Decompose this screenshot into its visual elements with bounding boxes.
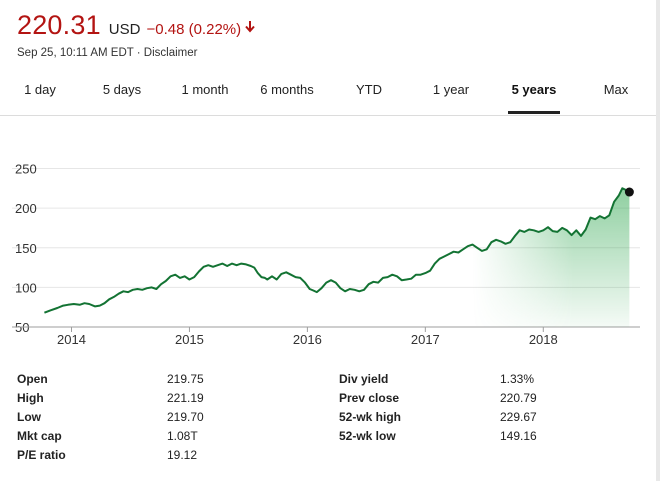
stat-prev-close: Prev close: [339, 391, 399, 405]
tab-1-day[interactable]: 1 day: [10, 74, 70, 114]
stat-open-value: 219.75: [167, 372, 204, 386]
x-tick-label: 2016: [293, 332, 322, 347]
stat-high-value: 221.19: [167, 391, 204, 405]
tab-1-month[interactable]: 1 month: [170, 74, 240, 114]
stat-value: 1.33%: [500, 372, 535, 386]
quote-header: 220.31 USD −0.48 (0.22%): [17, 10, 255, 41]
y-tick-label: 150: [15, 241, 37, 256]
area-fill: [44, 188, 630, 327]
stat-label: Open: [17, 372, 48, 386]
tab-5-days[interactable]: 5 days: [90, 74, 154, 114]
stat-value: 220.79: [500, 391, 537, 405]
disclaimer-link[interactable]: Disclaimer: [144, 47, 198, 59]
stat-value: 219.70: [167, 410, 204, 424]
x-tick-label: 2017: [411, 332, 440, 347]
stat-low: Low: [17, 410, 41, 424]
stat-label: 52-wk high: [339, 410, 402, 424]
current-price: 220.31: [17, 10, 101, 40]
x-tick-label: 2015: [175, 332, 204, 347]
stat-high: High: [17, 391, 44, 405]
stat-div-yield-value: 1.33%: [500, 372, 534, 386]
stat-label: P/E ratio: [17, 448, 66, 462]
stat-value: 149.16: [500, 429, 537, 443]
tab-max[interactable]: Max: [593, 74, 639, 114]
tab-5-years[interactable]: 5 years: [508, 74, 560, 114]
arrow-down-icon: [245, 20, 255, 33]
stat-label: Prev close: [339, 391, 400, 405]
scrollbar-track[interactable]: [656, 0, 660, 481]
price-change: −0.48 (0.22%): [146, 21, 242, 38]
x-tick-label: 2014: [57, 332, 86, 347]
quote-meta: Sep 25, 10:11 AM EDT · Disclaimer: [17, 47, 197, 59]
currency-label: USD: [108, 21, 141, 38]
stat-label: High: [17, 391, 44, 405]
stat-div-yield: Div yield: [339, 372, 388, 386]
stat-label: Low: [17, 410, 41, 424]
stat-value: 19.12: [167, 448, 198, 462]
stat-52wk-low: 52-wk low: [339, 429, 396, 443]
stat-value: 219.75: [167, 372, 204, 386]
stat-52wk-high: 52-wk high: [339, 410, 401, 424]
stat-pe-ratio: P/E ratio: [17, 448, 66, 462]
stat-mkt-cap: Mkt cap: [17, 429, 62, 443]
stat-label: 52-wk low: [339, 429, 396, 443]
stat-prev-close-value: 220.79: [500, 391, 537, 405]
tab-6-months[interactable]: 6 months: [250, 74, 324, 114]
x-tick-label: 2018: [529, 332, 558, 347]
stat-value: 221.19: [167, 391, 204, 405]
last-price-dot: [624, 187, 634, 197]
stat-value: 229.67: [500, 410, 537, 424]
stat-52wk-high-value: 229.67: [500, 410, 537, 424]
tabs-divider: [0, 115, 656, 116]
tab-ytd[interactable]: YTD: [345, 74, 393, 114]
y-tick-label: 100: [15, 280, 37, 295]
stat-label: Div yield: [339, 372, 389, 386]
y-tick-label: 200: [15, 201, 37, 216]
price-chart[interactable]: 501001502002502014 2015 2016 2017 2018: [0, 155, 656, 350]
stat-low-value: 219.70: [167, 410, 204, 424]
stat-mkt-cap-value: 1.08T: [167, 429, 198, 443]
stat-label: Mkt cap: [17, 429, 62, 443]
stat-pe-ratio-value: 19.12: [167, 448, 197, 462]
stat-value: 1.08T: [167, 429, 198, 443]
time-range-tabs: 1 day 5 days 1 month 6 months YTD 1 year…: [0, 74, 656, 114]
quote-timestamp: Sep 25, 10:11 AM EDT: [17, 47, 134, 59]
tab-1-year[interactable]: 1 year: [420, 74, 482, 114]
stat-open: Open: [17, 372, 48, 386]
meta-separator: ·: [133, 47, 144, 59]
stat-52wk-low-value: 149.16: [500, 429, 537, 443]
y-tick-label: 250: [15, 162, 37, 177]
